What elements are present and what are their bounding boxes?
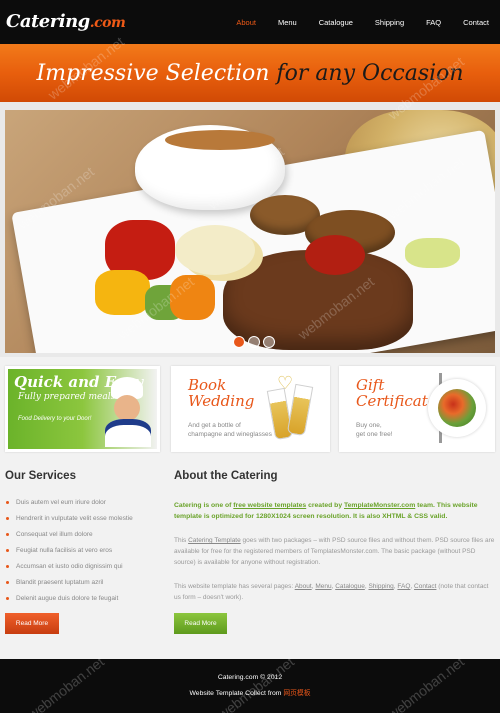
main-nav: About Menu Catalogue Shipping FAQ Contac… <box>225 0 500 44</box>
logo-domain: .com <box>89 15 126 31</box>
footer-credit-text: Website Template Collect from <box>189 690 284 697</box>
list-item: Feugiat nulla facilisis at vero eros <box>5 547 160 563</box>
header-bar: Catering.com About Menu Catalogue Shippi… <box>0 0 500 44</box>
about-lead-text: created by <box>306 502 344 509</box>
nav-item-catalogue[interactable]: Catalogue <box>308 18 364 27</box>
chef-image <box>105 377 151 447</box>
about-text: This <box>174 537 189 544</box>
about-text: This website template has several pages: <box>174 583 295 590</box>
nav-item-menu[interactable]: Menu <box>267 18 308 27</box>
nav-item-contact[interactable]: Contact <box>452 18 500 27</box>
promo-small-text: Food Delivery to your Door! <box>18 416 92 422</box>
promo-gift-certificates[interactable]: Gift Certificates Buy one, get one free! <box>339 366 495 452</box>
slider-dot[interactable] <box>263 336 275 348</box>
list-item: Blandit praesent luptatum azril <box>5 579 160 595</box>
services-heading: Our Services <box>5 470 76 482</box>
about-lead: Catering is one of free website template… <box>174 500 496 522</box>
catering-template-link[interactable]: Catering Template <box>188 537 241 544</box>
footer-copyright: Catering.com © 2012 <box>217 674 283 681</box>
promo-title: Book Wedding <box>188 377 254 409</box>
about-lead-text: Catering is one of <box>174 502 234 509</box>
slider-dot[interactable] <box>248 336 260 348</box>
tagline-banner: Impressive Selection for any Occasion <box>0 44 500 102</box>
nav-item-faq[interactable]: FAQ <box>415 18 452 27</box>
banner-text-light: Impressive Selection <box>36 61 277 86</box>
promo-book-wedding[interactable]: Book Wedding And get a bottle of champagne… <box>171 366 330 452</box>
site-logo[interactable]: Catering.com <box>6 11 126 32</box>
services-section: Our Services Duis autem vel eum iriure d… <box>5 470 160 611</box>
footer: Catering.com © 2012 Website Template Col… <box>0 659 500 713</box>
promo-subtitle: Fully prepared meals <box>18 392 116 402</box>
about-paragraph: This website template has several pages:… <box>174 583 489 601</box>
slider-pagination <box>233 336 275 348</box>
page-link-menu[interactable]: Menu <box>315 583 331 590</box>
logo-name: Catering <box>6 11 90 32</box>
page-link-shipping[interactable]: Shipping <box>368 583 393 590</box>
promo-quick-easy[interactable]: Quick and Easy Fully prepared meals Food… <box>5 366 160 452</box>
footer-credit: Website Template Collect from 网页模板 <box>0 687 500 697</box>
pepper-shape <box>95 270 150 315</box>
about-heading: About the Catering <box>174 470 278 482</box>
list-item: Delenit augue duis dolore te feugait <box>5 595 160 611</box>
about-section: About the Catering Catering is one of fr… <box>174 470 496 603</box>
champagne-glasses-image: ♡ <box>263 373 319 445</box>
hero-frame <box>0 102 500 357</box>
about-paragraph: This Catering Template goes with two pac… <box>174 535 496 568</box>
cauliflower-shape <box>175 225 255 275</box>
promo-text-line: And get a bottle of <box>188 422 241 429</box>
about-read-more-button[interactable]: Read More <box>174 613 227 634</box>
list-item: Duis autem vel eum iriure dolor <box>5 499 160 515</box>
list-item: Accumsan et iusto odio dignissim qui <box>5 563 160 579</box>
promo-title-line: Gift <box>356 376 385 394</box>
pepper-shape <box>170 275 215 320</box>
promo-title-line: Book <box>188 376 227 394</box>
page-link-catalogue[interactable]: Catalogue <box>335 583 365 590</box>
promo-text-line: Buy one, <box>356 422 382 429</box>
templatemonster-link[interactable]: TemplateMonster.com <box>344 502 415 509</box>
services-list: Duis autem vel eum iriure dolor Hendreri… <box>5 499 160 611</box>
gravy-sauce-shape <box>165 130 275 150</box>
butter-shape <box>405 238 460 268</box>
page-link-about[interactable]: About <box>295 583 312 590</box>
hero-image <box>5 110 495 353</box>
salad-plate-image <box>428 379 486 437</box>
promo-text-line: champagne and wineglasses <box>188 431 272 438</box>
page-link-faq[interactable]: FAQ <box>397 583 410 590</box>
nav-item-about[interactable]: About <box>225 18 267 27</box>
slider-dot[interactable] <box>233 336 245 348</box>
nav-item-shipping[interactable]: Shipping <box>364 18 415 27</box>
promo-title-line: Wedding <box>188 392 255 410</box>
promo-subtitle: Buy one, get one free! <box>356 421 393 439</box>
banner-text-dark: for any Occasion <box>276 61 464 86</box>
promo-text-line: get one free! <box>356 431 393 438</box>
banner-headline: Impressive Selection for any Occasion <box>0 61 500 86</box>
page-link-contact[interactable]: Contact <box>414 583 436 590</box>
footer-credit-link[interactable]: 网页模板 <box>283 690 310 697</box>
promo-subtitle: And get a bottle of champagne and winegla… <box>188 421 272 439</box>
list-item: Consequat vel illum dolore <box>5 531 160 547</box>
sauce-shape <box>305 235 365 275</box>
services-read-more-button[interactable]: Read More <box>5 613 59 634</box>
free-templates-link[interactable]: free website templates <box>233 502 306 509</box>
list-item: Hendrerit in vulputate velit esse molest… <box>5 515 160 531</box>
